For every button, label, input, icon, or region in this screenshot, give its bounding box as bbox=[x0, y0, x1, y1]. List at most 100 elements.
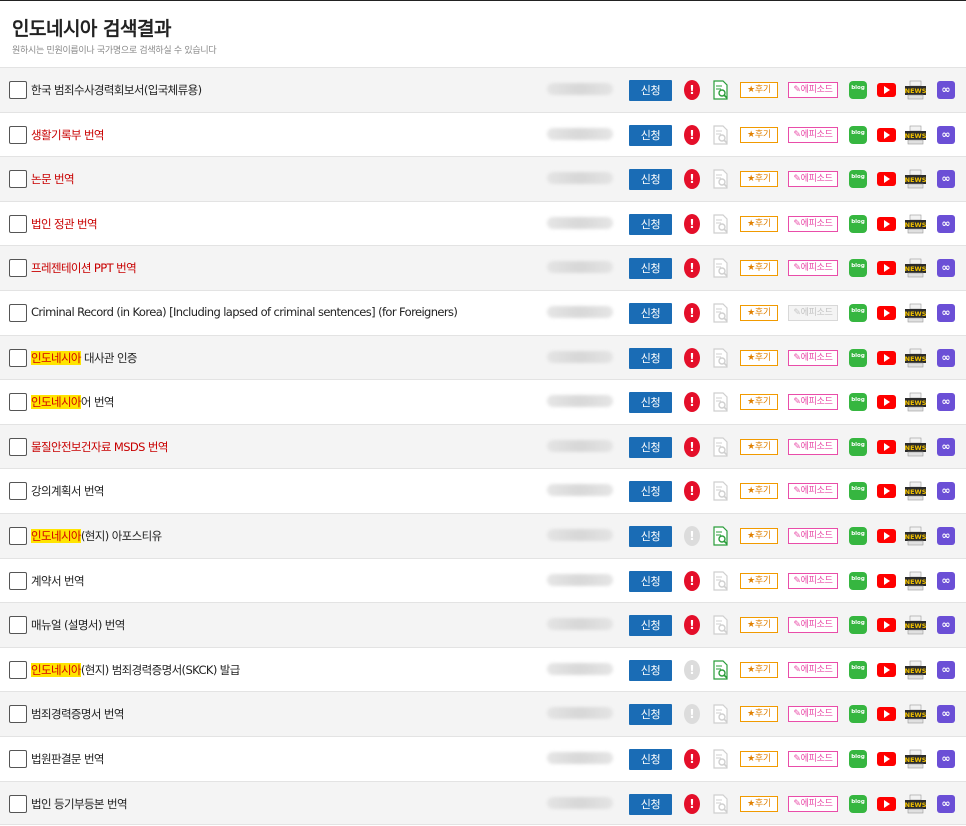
link-icon[interactable]: ∞ bbox=[937, 214, 955, 233]
document-search-icon[interactable] bbox=[712, 570, 729, 591]
item-checkbox[interactable] bbox=[9, 616, 27, 635]
link-icon[interactable]: ∞ bbox=[937, 81, 955, 99]
item-name[interactable]: 인도네시아어 번역 bbox=[31, 394, 115, 410]
item-checkbox[interactable] bbox=[9, 348, 27, 367]
youtube-icon[interactable] bbox=[877, 395, 896, 410]
news-icon[interactable]: NEWS bbox=[905, 704, 927, 724]
youtube-icon[interactable] bbox=[877, 484, 896, 499]
episode-button[interactable]: ✎에피소드 bbox=[788, 527, 838, 544]
news-icon[interactable]: NEWS bbox=[905, 571, 927, 591]
link-icon[interactable]: ∞ bbox=[937, 393, 955, 412]
blog-icon[interactable]: blog bbox=[849, 571, 867, 590]
item-name[interactable]: 생활기록부 번역 bbox=[31, 127, 105, 143]
document-search-icon[interactable] bbox=[712, 214, 729, 234]
episode-button[interactable]: ✎에피소드 bbox=[788, 215, 838, 232]
review-button[interactable]: ★후기 bbox=[740, 750, 778, 767]
apply-button[interactable]: 신청 bbox=[629, 258, 672, 280]
document-search-icon[interactable] bbox=[712, 347, 729, 368]
link-icon[interactable]: ∞ bbox=[937, 303, 955, 322]
item-checkbox[interactable] bbox=[9, 214, 27, 233]
link-icon[interactable]: ∞ bbox=[937, 749, 955, 768]
news-icon[interactable]: NEWS bbox=[905, 749, 927, 769]
warning-icon[interactable]: ! bbox=[684, 392, 700, 413]
blog-icon[interactable]: blog bbox=[849, 794, 867, 813]
warning-icon[interactable]: ! bbox=[684, 659, 700, 680]
item-name[interactable]: 논문 번역 bbox=[31, 171, 75, 187]
apply-button[interactable]: 신청 bbox=[629, 213, 672, 235]
episode-button[interactable]: ✎에피소드 bbox=[788, 126, 838, 143]
news-icon[interactable]: NEWS bbox=[905, 125, 927, 145]
apply-button[interactable]: 신청 bbox=[629, 615, 672, 637]
news-icon[interactable]: NEWS bbox=[905, 660, 927, 680]
warning-icon[interactable]: ! bbox=[684, 347, 700, 368]
link-icon[interactable]: ∞ bbox=[937, 705, 955, 724]
episode-button[interactable]: ✎에피소드 bbox=[788, 171, 838, 188]
review-button[interactable]: ★후기 bbox=[740, 171, 778, 188]
youtube-icon[interactable] bbox=[877, 216, 896, 231]
review-button[interactable]: ★후기 bbox=[740, 706, 778, 723]
item-checkbox[interactable] bbox=[9, 125, 27, 144]
review-button[interactable]: ★후기 bbox=[740, 483, 778, 500]
item-name[interactable]: 프레젠테이션 PPT 번역 bbox=[31, 260, 137, 276]
episode-button[interactable]: ✎에피소드 bbox=[788, 706, 838, 723]
news-icon[interactable]: NEWS bbox=[905, 169, 927, 189]
document-search-icon[interactable] bbox=[712, 793, 729, 814]
item-checkbox[interactable] bbox=[9, 81, 27, 99]
apply-button[interactable]: 신청 bbox=[629, 570, 672, 592]
apply-button[interactable]: 신청 bbox=[629, 704, 672, 726]
episode-button[interactable]: ✎에피소드 bbox=[788, 661, 838, 678]
blog-icon[interactable]: blog bbox=[849, 616, 867, 635]
link-icon[interactable]: ∞ bbox=[937, 259, 955, 278]
episode-button[interactable]: ✎에피소드 bbox=[788, 572, 838, 589]
episode-button[interactable]: ✎에피소드 bbox=[788, 260, 838, 277]
document-search-icon[interactable] bbox=[712, 526, 729, 546]
blog-icon[interactable]: blog bbox=[849, 348, 867, 367]
item-name[interactable]: 법인 정관 번역 bbox=[31, 216, 98, 232]
item-name[interactable]: Criminal Record (in Korea) [Including la… bbox=[31, 305, 458, 319]
link-icon[interactable]: ∞ bbox=[937, 616, 955, 635]
youtube-icon[interactable] bbox=[877, 83, 896, 97]
item-name[interactable]: 인도네시아(현지) 아포스티유 bbox=[31, 528, 162, 544]
warning-icon[interactable]: ! bbox=[684, 258, 700, 279]
document-search-icon[interactable] bbox=[712, 615, 729, 635]
document-search-icon[interactable] bbox=[712, 392, 729, 412]
link-icon[interactable]: ∞ bbox=[937, 794, 955, 813]
document-search-icon[interactable] bbox=[712, 749, 729, 769]
warning-icon[interactable]: ! bbox=[684, 748, 700, 769]
youtube-icon[interactable] bbox=[877, 751, 896, 766]
apply-button[interactable]: 신청 bbox=[629, 302, 672, 324]
item-name[interactable]: 한국 범죄수사경력회보서(입국체류용) bbox=[31, 82, 202, 98]
review-button[interactable]: ★후기 bbox=[740, 82, 778, 98]
blog-icon[interactable]: blog bbox=[849, 214, 867, 233]
news-icon[interactable]: NEWS bbox=[905, 437, 927, 457]
blog-icon[interactable]: blog bbox=[849, 749, 867, 768]
link-icon[interactable]: ∞ bbox=[937, 170, 955, 189]
episode-button[interactable]: ✎에피소드 bbox=[788, 483, 838, 500]
review-button[interactable]: ★후기 bbox=[740, 438, 778, 455]
item-checkbox[interactable] bbox=[9, 437, 27, 456]
blog-icon[interactable]: blog bbox=[849, 170, 867, 189]
item-checkbox[interactable] bbox=[9, 571, 27, 590]
apply-button[interactable]: 신청 bbox=[629, 169, 672, 191]
news-icon[interactable]: NEWS bbox=[905, 80, 927, 100]
news-icon[interactable]: NEWS bbox=[905, 481, 927, 501]
youtube-icon[interactable] bbox=[877, 172, 896, 187]
warning-icon[interactable]: ! bbox=[684, 169, 700, 190]
apply-button[interactable]: 신청 bbox=[629, 793, 672, 815]
episode-button[interactable]: ✎에피소드 bbox=[788, 617, 838, 634]
apply-button[interactable]: 신청 bbox=[629, 525, 672, 547]
warning-icon[interactable]: ! bbox=[684, 481, 700, 502]
news-icon[interactable]: NEWS bbox=[905, 794, 927, 814]
warning-icon[interactable]: ! bbox=[684, 525, 700, 546]
episode-button[interactable]: ✎에피소드 bbox=[788, 795, 838, 812]
warning-icon[interactable]: ! bbox=[684, 302, 700, 323]
youtube-icon[interactable] bbox=[877, 439, 896, 454]
warning-icon[interactable]: ! bbox=[684, 213, 700, 234]
item-name[interactable]: 법원판결문 번역 bbox=[31, 751, 105, 767]
youtube-icon[interactable] bbox=[877, 796, 896, 811]
news-icon[interactable]: NEWS bbox=[905, 214, 927, 234]
blog-icon[interactable]: blog bbox=[849, 660, 867, 679]
news-icon[interactable]: NEWS bbox=[905, 615, 927, 635]
document-search-icon[interactable] bbox=[712, 481, 729, 501]
link-icon[interactable]: ∞ bbox=[937, 526, 955, 545]
